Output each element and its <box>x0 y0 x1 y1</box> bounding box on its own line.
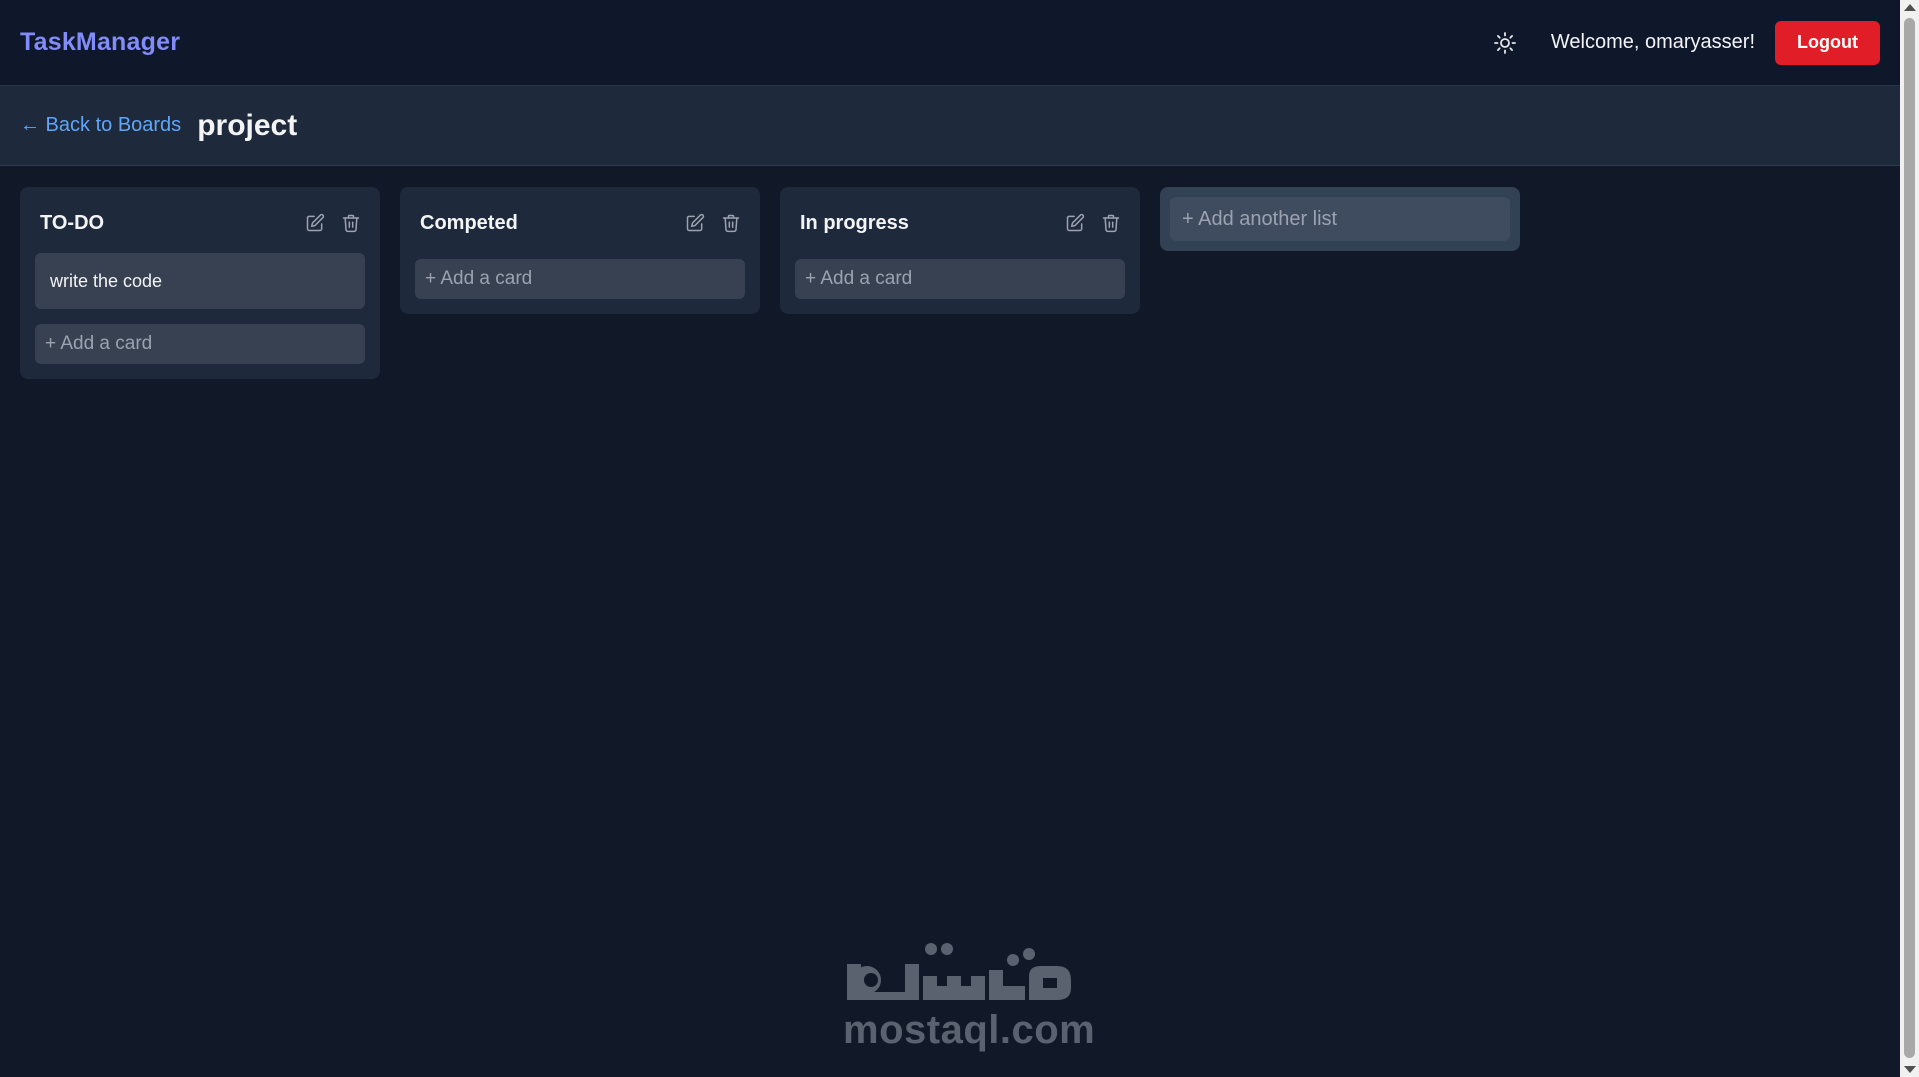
delete-list-button[interactable] <box>1097 209 1125 237</box>
add-card-button[interactable]: + Add a card <box>35 324 365 364</box>
scroll-down-arrow-icon[interactable] <box>1904 1066 1916 1073</box>
scroll-up-arrow-icon[interactable] <box>1904 4 1916 11</box>
list-header: TO-DO <box>35 201 365 245</box>
list-competed: Competed + Add a card <box>400 187 760 314</box>
vertical-scrollbar[interactable] <box>1900 0 1919 1077</box>
edit-list-button[interactable] <box>301 209 329 237</box>
list-actions <box>293 209 365 237</box>
task-card[interactable]: write the code <box>35 253 365 309</box>
delete-list-button[interactable] <box>717 209 745 237</box>
lists-container: TO-DO write the code + Add a card Compet… <box>20 187 1520 379</box>
list-header: Competed <box>415 201 745 245</box>
delete-list-button[interactable] <box>337 209 365 237</box>
topbar-right: Welcome, omaryasser! Logout <box>1487 20 1880 65</box>
welcome-message: Welcome, omaryasser! <box>1550 31 1756 53</box>
list-actions <box>1053 209 1125 237</box>
edit-list-button[interactable] <box>681 209 709 237</box>
mostaql-logo <box>847 943 1071 1000</box>
list-in-progress: In progress + Add a card <box>780 187 1140 314</box>
app-viewport: TaskManager Welcome, omaryasser! Logout <box>0 0 1900 1077</box>
add-list-panel <box>1160 187 1520 251</box>
edit-icon <box>1066 213 1085 232</box>
list-actions <box>673 209 745 237</box>
add-list-input[interactable] <box>1170 197 1510 241</box>
list-header: In progress <box>795 201 1125 245</box>
board-title: project <box>197 108 298 142</box>
back-to-boards-link[interactable]: ← Back to Boards <box>20 114 181 137</box>
edit-list-button[interactable] <box>1061 209 1089 237</box>
list-title: Competed <box>420 211 518 234</box>
scroll-thumb[interactable] <box>1904 18 1915 1058</box>
list-todo: TO-DO write the code + Add a card <box>20 187 380 379</box>
edit-icon <box>686 213 705 232</box>
list-title: In progress <box>800 211 909 234</box>
trash-icon <box>722 214 740 233</box>
logout-button[interactable]: Logout <box>1775 20 1880 65</box>
add-card-button[interactable]: + Add a card <box>415 259 745 299</box>
top-navbar: TaskManager Welcome, omaryasser! Logout <box>0 0 1900 86</box>
watermark-text: mostaql.com <box>843 1008 1096 1052</box>
brand-logo[interactable]: TaskManager <box>20 28 180 57</box>
watermark: mostaql.com <box>843 940 1096 1053</box>
theme-toggle-button[interactable] <box>1487 25 1523 61</box>
add-card-button[interactable]: + Add a card <box>795 259 1125 299</box>
trash-icon <box>1102 214 1120 233</box>
sun-icon <box>1493 31 1516 54</box>
list-title: TO-DO <box>40 211 105 234</box>
trash-icon <box>342 214 360 233</box>
board-header: ← Back to Boards project <box>0 86 1900 166</box>
edit-icon <box>306 213 325 232</box>
